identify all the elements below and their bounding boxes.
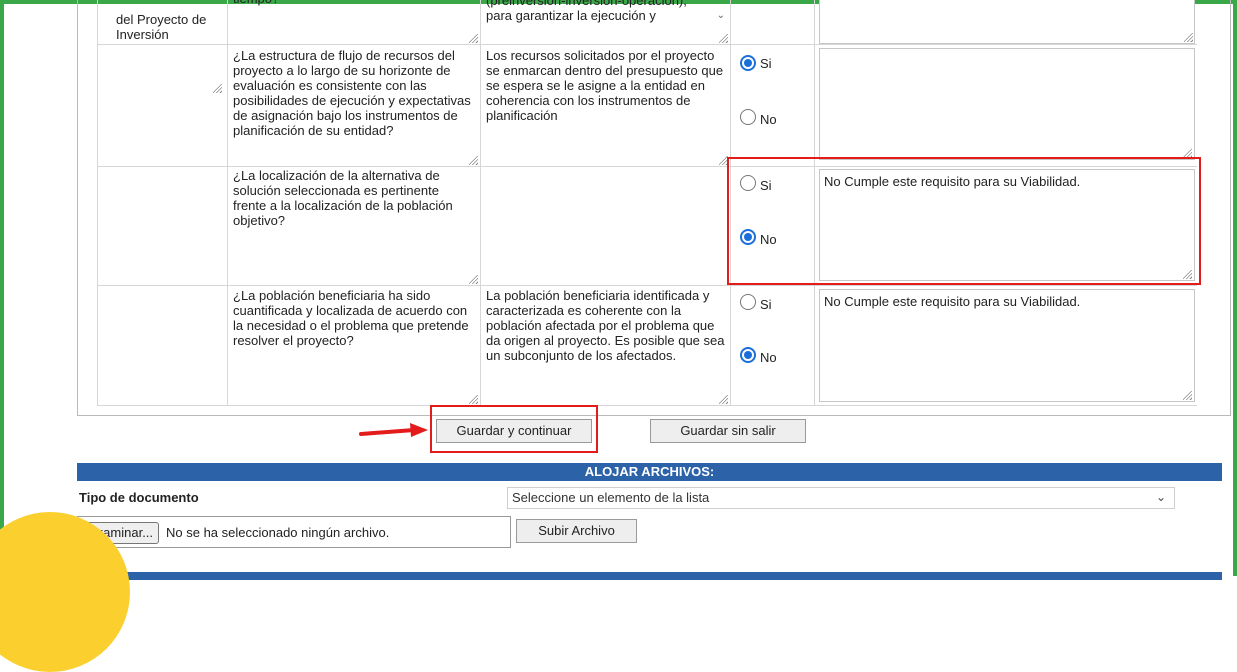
save-stay-button[interactable]: Guardar sin salir — [650, 419, 806, 443]
radio-yes[interactable] — [740, 294, 756, 310]
frame-left-border — [0, 0, 4, 576]
question-text: ¿La localización de la alternativa de so… — [233, 168, 453, 228]
criterion-cell: Los recursos solicitados por el proyecto… — [481, 45, 731, 166]
criterion-text: (preinversión-inversión-operación), para… — [481, 0, 692, 26]
observation-field[interactable]: No Cumple este requisito para su Viabili… — [819, 289, 1195, 402]
upload-button[interactable]: Subir Archivo — [516, 519, 637, 543]
red-arrow-icon — [359, 423, 428, 437]
radio-no[interactable] — [740, 109, 756, 125]
criterion-text: La población beneficiaria identificada y… — [486, 288, 725, 363]
frame-right-border — [1233, 0, 1237, 576]
criterion-cell — [481, 165, 731, 285]
resize-grip-icon[interactable] — [469, 275, 478, 284]
doc-type-select[interactable]: Seleccione un elemento de la lista ⌄ — [507, 487, 1175, 509]
save-continue-button[interactable]: Guardar y continuar — [436, 419, 592, 443]
radio-yes-label: Si — [760, 297, 772, 312]
scroll-down-icon[interactable]: ⌄ — [717, 10, 725, 21]
resize-grip-icon[interactable] — [1183, 391, 1192, 400]
criterion-line: (preinversión-inversión-operación), — [486, 0, 687, 8]
question-cell: tiempo? — [228, 0, 481, 44]
criterion-text: Los recursos solicitados por el proyecto… — [486, 48, 724, 123]
radio-no-label: No — [760, 350, 777, 365]
answer-cell — [731, 0, 815, 44]
criterion-line: para garantizar la ejecución y — [486, 8, 656, 23]
radio-yes-label: Si — [760, 56, 772, 71]
question-text: tiempo? — [228, 0, 284, 9]
criterion-cell: (preinversión-inversión-operación), para… — [481, 0, 731, 44]
file-status: No se ha seleccionado ningún archivo. — [166, 525, 390, 540]
criterion-text — [481, 165, 730, 171]
resize-grip-icon[interactable] — [469, 156, 478, 165]
chevron-down-icon: ⌄ — [1155, 490, 1166, 504]
resize-grip-icon[interactable] — [719, 395, 728, 404]
question-text: ¿La estructura de flujo de recursos del … — [233, 48, 471, 138]
radio-yes[interactable] — [740, 55, 756, 71]
resize-grip-icon[interactable] — [469, 395, 478, 404]
resize-grip-icon[interactable] — [719, 34, 728, 43]
doc-type-label: Tipo de documento — [79, 490, 199, 505]
resize-grip-icon[interactable] — [213, 84, 222, 93]
radio-no[interactable] — [740, 347, 756, 363]
highlight-box — [727, 157, 1201, 285]
question-cell: ¿La localización de la alternativa de so… — [228, 165, 481, 285]
resize-grip-icon[interactable] — [469, 34, 478, 43]
question-cell: ¿La estructura de flujo de recursos del … — [213, 45, 481, 166]
question-text: ¿La población beneficiaria ha sido cuant… — [233, 288, 469, 348]
question-cell: ¿La población beneficiaria ha sido cuant… — [228, 285, 481, 405]
section-header: ALOJAR ARCHIVOS: — [77, 463, 1222, 481]
resize-grip-icon[interactable] — [1184, 33, 1193, 42]
observation-field[interactable] — [819, 48, 1195, 160]
section-header-bottom — [77, 572, 1222, 580]
radio-no-label: No — [760, 112, 777, 127]
file-input[interactable]: Examinar... No se ha seleccionado ningún… — [77, 516, 511, 548]
observation-field[interactable] — [819, 0, 1195, 44]
criterion-cell: La población beneficiaria identificada y… — [481, 285, 731, 405]
doc-type-value: Seleccione un elemento de la lista — [512, 490, 710, 505]
